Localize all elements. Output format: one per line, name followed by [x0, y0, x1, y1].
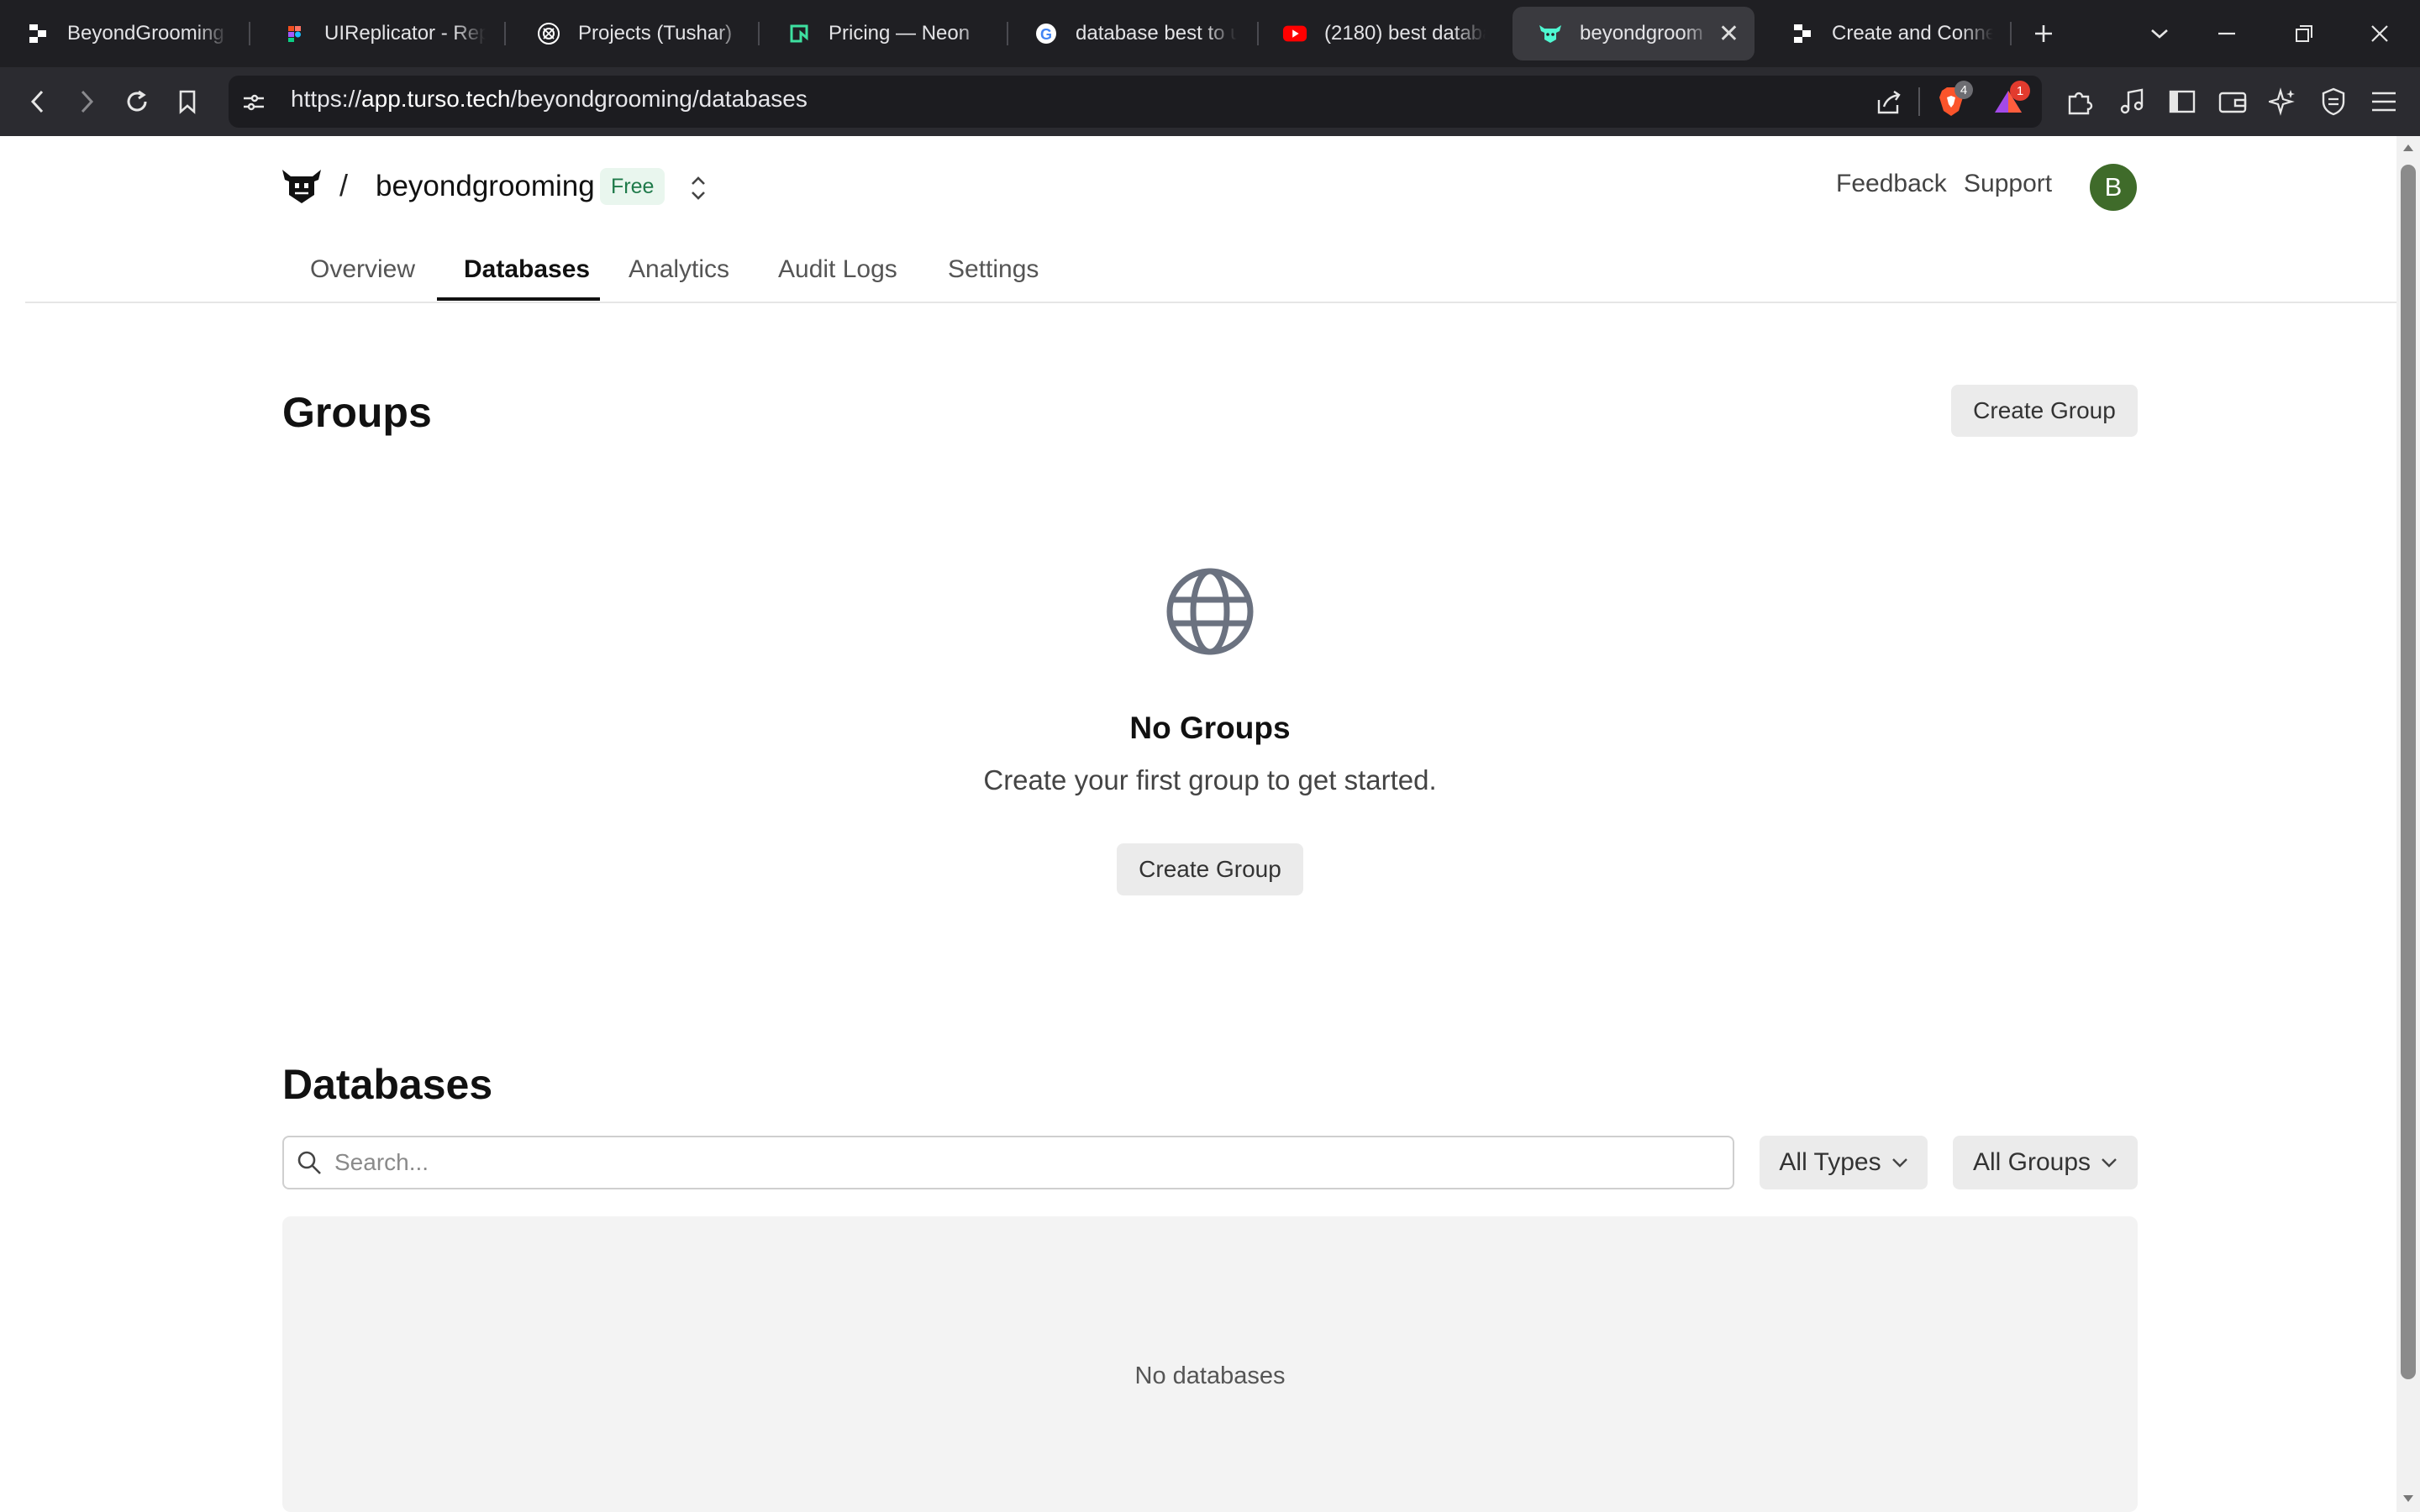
close-tab-icon[interactable]: ✕	[1718, 19, 1739, 49]
forward-arrow-icon[interactable]	[69, 84, 104, 119]
minimize-window-button[interactable]	[2208, 17, 2245, 50]
url-text[interactable]: https://app.turso.tech/beyondgrooming/da…	[291, 86, 808, 113]
menu-hamburger-icon[interactable]	[2365, 82, 2403, 121]
groups-heading: Groups	[282, 389, 432, 436]
reload-icon[interactable]	[119, 84, 155, 119]
close-window-button[interactable]	[2361, 17, 2398, 50]
feedback-link[interactable]: Feedback	[1836, 170, 1947, 198]
tab-separator	[2010, 22, 2012, 45]
group-filter-label: All Groups	[1972, 1148, 2091, 1176]
media-music-icon[interactable]	[2112, 82, 2151, 121]
tab-separator	[249, 22, 250, 45]
vpn-shield-icon[interactable]	[2314, 82, 2353, 121]
neon-icon	[786, 21, 812, 46]
replit-icon	[25, 21, 50, 46]
tab-separator	[758, 22, 760, 45]
chevron-down-icon	[2102, 1158, 2117, 1168]
breadcrumb-separator: /	[339, 168, 349, 202]
type-filter-dropdown[interactable]: All Types	[1760, 1136, 1928, 1189]
tab-analytics[interactable]: Analytics	[629, 255, 729, 284]
tab-audit-logs[interactable]: Audit Logs	[778, 255, 897, 284]
browser-tab[interactable]: G database best to u	[1008, 7, 1252, 60]
scroll-down-arrow-icon[interactable]	[2400, 1490, 2417, 1507]
no-databases-text: No databases	[1134, 1362, 1286, 1389]
tab-search-chevron-icon[interactable]	[2141, 17, 2178, 50]
no-groups-title: No Groups	[1129, 711, 1291, 745]
scrollbar-thumb[interactable]	[2401, 165, 2416, 1379]
share-icon[interactable]	[1870, 84, 1907, 121]
create-group-button[interactable]: Create Group	[1951, 385, 2138, 437]
youtube-icon	[1282, 21, 1307, 46]
user-avatar[interactable]: B	[2090, 164, 2137, 211]
tab-databases[interactable]: Databases	[464, 255, 590, 284]
chevron-down-icon	[1891, 1158, 1907, 1168]
rewards-count-badge: 1	[2010, 81, 2030, 101]
databases-heading: Databases	[282, 1061, 493, 1108]
toolbar-divider	[1918, 87, 1920, 116]
browser-tab[interactable]: Pricing — Neon	[761, 7, 1005, 60]
tab-separator	[504, 22, 506, 45]
scroll-up-arrow-icon[interactable]	[2400, 139, 2417, 156]
url-prefix: https://	[291, 86, 362, 112]
nav-divider	[25, 302, 2396, 303]
browser-tab[interactable]: Create and Connec	[1765, 7, 2008, 60]
google-icon: G	[1034, 21, 1059, 46]
openai-icon	[536, 21, 561, 46]
wallet-icon[interactable]	[2213, 82, 2252, 121]
svg-text:G: G	[1040, 26, 1052, 43]
page-content: / beyondgrooming Free Feedback Support B…	[0, 136, 2396, 1512]
browser-tab-active[interactable]: beyondgroom ✕	[1512, 7, 1754, 60]
replit-icon	[1790, 21, 1815, 46]
browser-tab[interactable]: (2180) best databa	[1257, 7, 1501, 60]
site-settings-icon[interactable]	[237, 86, 271, 119]
browser-tab[interactable]: UIReplicator - Repl	[257, 7, 501, 60]
organization-name[interactable]: beyondgrooming	[376, 170, 595, 203]
new-tab-button[interactable]	[2025, 15, 2062, 52]
globe-icon	[1165, 566, 1255, 657]
shields-count-badge: 4	[1954, 81, 1973, 99]
empty-create-group-button[interactable]: Create Group	[1117, 843, 1303, 895]
browser-tab[interactable]: Projects (Tushar)	[511, 7, 763, 60]
turso-icon	[1538, 21, 1563, 46]
org-switcher-chevron-icon[interactable]	[686, 171, 711, 205]
leo-ai-sparkle-icon[interactable]	[2264, 82, 2302, 121]
browser-tab[interactable]: BeyondGrooming -	[0, 7, 244, 60]
type-filter-label: All Types	[1779, 1148, 1881, 1176]
bookmark-icon[interactable]	[170, 84, 205, 119]
group-filter-dropdown[interactable]: All Groups	[1953, 1136, 2138, 1189]
plan-badge: Free	[600, 168, 666, 205]
url-path: /beyondgrooming/databases	[510, 86, 808, 112]
turso-logo-icon[interactable]	[281, 166, 323, 205]
no-groups-subtitle: Create your first group to get started.	[983, 764, 1437, 795]
search-icon	[296, 1149, 323, 1176]
tab-settings[interactable]: Settings	[948, 255, 1039, 284]
back-arrow-icon[interactable]	[20, 84, 55, 119]
active-tab-indicator	[437, 297, 600, 301]
restore-window-button[interactable]	[2286, 17, 2323, 50]
tab-overview[interactable]: Overview	[310, 255, 415, 284]
support-link[interactable]: Support	[1964, 170, 2052, 198]
search-input[interactable]	[334, 1144, 1721, 1181]
sidebar-toggle-icon[interactable]	[2163, 82, 2202, 121]
figma-icon	[282, 21, 308, 46]
extensions-puzzle-icon[interactable]	[2060, 82, 2099, 121]
url-domain: app.turso.tech	[361, 86, 511, 112]
